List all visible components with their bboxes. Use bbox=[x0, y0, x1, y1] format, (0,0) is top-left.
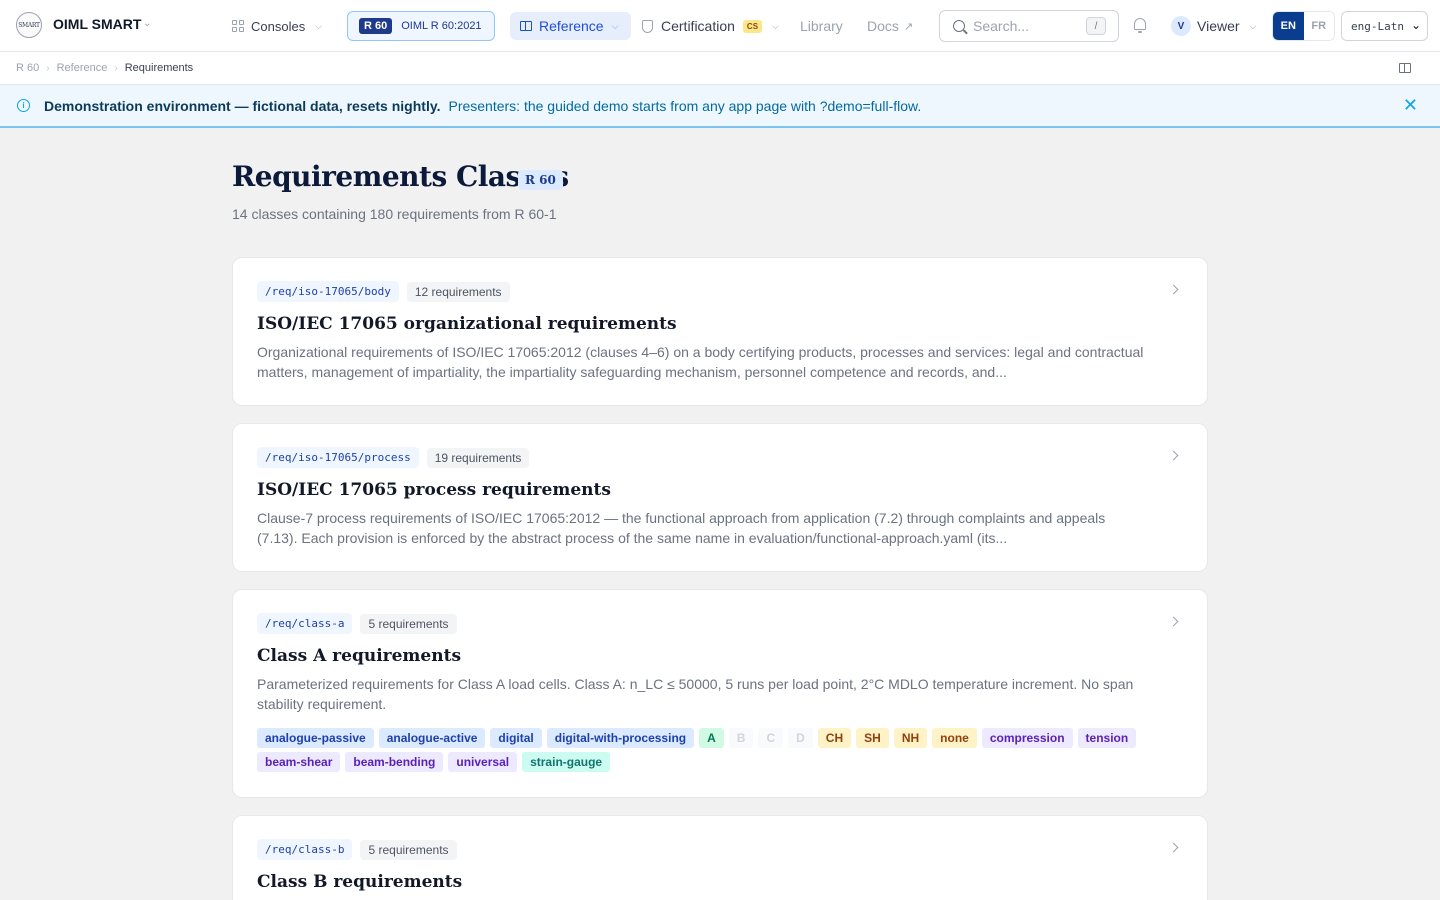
requirement-class-card[interactable]: /req/iso-17065/process 19 requirements I… bbox=[232, 423, 1208, 572]
avatar[interactable]: V bbox=[1171, 16, 1191, 36]
tag-chip: digital-with-processing bbox=[546, 728, 695, 748]
chevron-right-icon: › bbox=[46, 62, 50, 74]
card-title: ISO/IEC 17065 organizational requirement… bbox=[257, 314, 677, 334]
standard-badge: R 60 bbox=[518, 170, 563, 190]
chevron-down-icon: ⌵ bbox=[772, 20, 779, 31]
script-select[interactable]: eng-Latn ⌄ bbox=[1341, 11, 1428, 41]
requirement-count: 5 requirements bbox=[360, 613, 457, 634]
class-path: /req/class-b bbox=[257, 839, 353, 860]
tag-chip: D bbox=[788, 728, 813, 748]
tag-chip: NH bbox=[893, 728, 928, 748]
chevron-down-icon: ⌵ bbox=[315, 20, 323, 31]
card-header: /req/iso-17065/body 12 requirements bbox=[257, 281, 510, 302]
banner-text: Presenters: the guided demo starts from … bbox=[448, 97, 922, 114]
card-description: Parameterized requirements for Class A l… bbox=[257, 676, 1134, 712]
standard-selector[interactable]: R 60 OIML R 60:2021 bbox=[347, 11, 495, 41]
chevron-down-icon: ⌵ bbox=[1249, 20, 1257, 31]
requirement-count: 5 requirements bbox=[360, 839, 457, 860]
card-description: Clause-7 process requirements of ISO/IEC… bbox=[257, 510, 1106, 546]
nav-certification-label: Certification bbox=[661, 18, 735, 34]
language-switcher: EN FR bbox=[1272, 11, 1335, 41]
card-title: ISO/IEC 17065 process requirements bbox=[257, 480, 611, 500]
requirement-count: 19 requirements bbox=[426, 447, 530, 468]
search-shortcut-key: / bbox=[1086, 17, 1106, 35]
tag-chip: beam-shear bbox=[257, 752, 341, 772]
nav-reference[interactable]: Reference ⌵ bbox=[510, 12, 631, 40]
shield-icon bbox=[642, 19, 653, 33]
breadcrumb-item[interactable]: R 60 bbox=[16, 62, 39, 74]
card-header: /req/class-b 5 requirements bbox=[257, 839, 457, 860]
nav-consoles-label: Consoles bbox=[251, 18, 306, 34]
chevron-right-icon bbox=[1168, 842, 1179, 853]
nav-docs[interactable]: Docs ↗ bbox=[867, 0, 913, 52]
requirement-class-card[interactable]: /req/class-b 5 requirements Class B requ… bbox=[232, 815, 1208, 900]
user-role: Viewer bbox=[1197, 18, 1240, 34]
cs-badge: CS bbox=[742, 19, 763, 33]
tag-chip: digital bbox=[490, 728, 542, 748]
chevron-right-icon bbox=[1168, 450, 1179, 461]
app-brand[interactable]: OIML SMART bbox=[53, 16, 141, 32]
tag-chip: beam-bending bbox=[345, 752, 444, 772]
tag-chip: SH bbox=[856, 728, 889, 748]
lang-en-button[interactable]: EN bbox=[1273, 12, 1304, 40]
chevron-right-icon bbox=[1168, 284, 1179, 295]
tag-chip: analogue-active bbox=[378, 728, 486, 748]
banner-title: Demonstration environment — fictional da… bbox=[44, 97, 441, 114]
tag-chip: strain-gauge bbox=[522, 752, 611, 772]
tag-chip: A bbox=[699, 728, 724, 748]
chevron-down-icon: ⌄ bbox=[1410, 18, 1421, 32]
card-title: Class B requirements bbox=[257, 872, 463, 892]
bell-icon[interactable] bbox=[1134, 18, 1146, 33]
tag-chip: analogue-passive bbox=[257, 728, 374, 748]
script-select-value: eng-Latn bbox=[1351, 19, 1404, 33]
book-icon[interactable] bbox=[1399, 63, 1411, 73]
class-path: /req/iso-17065/body bbox=[257, 281, 399, 302]
top-navbar: SMART OIML SMART ⌄ Consoles ⌵ R 60 OIML … bbox=[0, 0, 1440, 52]
breadcrumb-current: Requirements bbox=[124, 62, 194, 74]
close-icon[interactable]: ✕ bbox=[1403, 96, 1418, 114]
card-header: /req/iso-17065/process 19 requirements bbox=[257, 447, 530, 468]
standard-code-badge: R 60 bbox=[359, 18, 393, 34]
nav-consoles[interactable]: Consoles ⌵ bbox=[232, 0, 322, 52]
grid-icon bbox=[232, 20, 244, 32]
info-icon: i bbox=[17, 99, 30, 112]
chevron-down-icon[interactable]: ⌄ bbox=[143, 18, 151, 29]
breadcrumb: R 60 › Reference › Requirements bbox=[0, 52, 1440, 85]
requirement-class-card[interactable]: /req/class-a 5 requirements Class A requ… bbox=[232, 589, 1208, 798]
page-subtitle: 14 classes containing 180 requirements f… bbox=[232, 206, 557, 222]
chevron-down-icon: ⌵ bbox=[611, 20, 619, 31]
card-description: Organizational requirements of ISO/IEC 1… bbox=[257, 344, 1144, 380]
tag-list: analogue-passive analogue-active digital di… bbox=[257, 728, 1157, 772]
tag-chip: compression bbox=[981, 728, 1073, 748]
standard-name: OIML R 60:2021 bbox=[401, 20, 482, 32]
breadcrumb-item[interactable]: Reference bbox=[57, 62, 108, 74]
chevron-right-icon bbox=[1168, 616, 1179, 627]
tag-chip: tension bbox=[1077, 728, 1137, 748]
requirement-count: 12 requirements bbox=[406, 281, 510, 302]
search-icon bbox=[953, 20, 965, 32]
demo-banner: i Demonstration environment — fictional … bbox=[0, 85, 1440, 128]
search-input[interactable] bbox=[973, 18, 1093, 34]
nav-library[interactable]: Library bbox=[800, 0, 843, 52]
requirement-class-card[interactable]: /req/iso-17065/body 12 requirements ISO/… bbox=[232, 257, 1208, 406]
lang-fr-button[interactable]: FR bbox=[1303, 12, 1334, 40]
nav-reference-label: Reference bbox=[539, 18, 604, 34]
nav-certification[interactable]: Certification CS ⌵ bbox=[642, 0, 779, 52]
tag-chip: universal bbox=[448, 752, 518, 772]
oiml-logo[interactable]: SMART bbox=[16, 12, 42, 38]
class-path: /req/iso-17065/process bbox=[257, 447, 419, 468]
card-header: /req/class-a 5 requirements bbox=[257, 613, 457, 634]
external-link-icon: ↗ bbox=[903, 20, 914, 33]
class-path: /req/class-a bbox=[257, 613, 353, 634]
tag-chip: none bbox=[932, 728, 977, 748]
tag-chip: B bbox=[728, 728, 754, 748]
book-icon bbox=[520, 21, 532, 31]
user-menu[interactable]: Viewer ⌵ bbox=[1197, 0, 1256, 52]
search-box[interactable]: / bbox=[939, 10, 1119, 42]
tag-chip: CH bbox=[817, 728, 852, 748]
card-title: Class A requirements bbox=[257, 646, 462, 666]
tag-chip: C bbox=[758, 728, 784, 748]
nav-docs-label: Docs bbox=[867, 18, 899, 34]
chevron-right-icon: › bbox=[114, 62, 118, 74]
